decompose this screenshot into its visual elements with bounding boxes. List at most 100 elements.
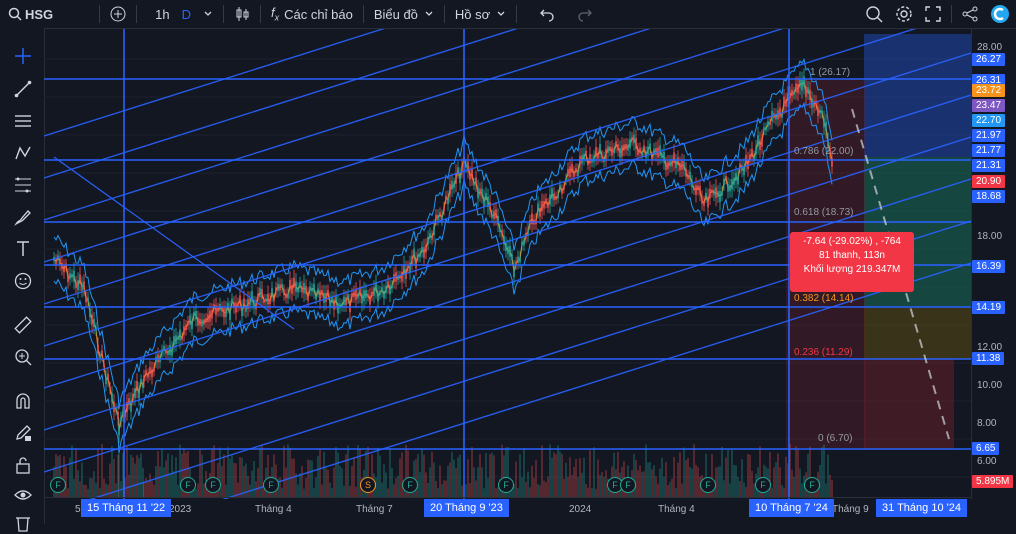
volume-bar <box>449 462 451 497</box>
lock-tool[interactable] <box>12 454 34 476</box>
candle-body <box>269 298 271 305</box>
candle-body <box>195 311 197 320</box>
candle-body <box>623 144 625 151</box>
candle-body <box>683 161 685 170</box>
interval-1h[interactable]: 1h <box>149 0 175 28</box>
chart-type-menu[interactable]: Biểu đồ <box>368 0 440 28</box>
candle-type-button[interactable] <box>228 0 256 28</box>
candle-body <box>73 270 75 282</box>
candle-body <box>347 294 349 299</box>
volume-bar <box>221 466 223 497</box>
candle-body <box>523 239 525 246</box>
indicators-button[interactable]: fx Các chỉ báo <box>265 0 359 28</box>
plus-circle-icon <box>110 6 126 22</box>
profile-menu[interactable]: Hồ sơ <box>449 0 512 28</box>
brush-tool[interactable] <box>12 206 34 228</box>
candle-body <box>613 148 615 154</box>
volume-bar <box>577 477 579 497</box>
text-tool[interactable] <box>12 238 34 260</box>
event-marker[interactable]: F <box>755 477 771 493</box>
event-marker[interactable]: F <box>180 477 196 493</box>
candle-body <box>795 83 797 93</box>
time-label: Tháng 9 <box>832 504 869 515</box>
volume-bar <box>781 484 783 497</box>
volume-bar <box>455 467 457 497</box>
horizontal-lines-tool[interactable] <box>12 110 34 132</box>
candle-body <box>675 160 677 169</box>
ruler-tool[interactable] <box>12 314 34 336</box>
volume-bar <box>531 465 533 497</box>
candle-body <box>449 183 451 195</box>
drawing-mode-tool[interactable] <box>12 422 34 444</box>
lower-band <box>53 101 833 453</box>
price-marker: 21.77 <box>972 144 1006 157</box>
candle-body <box>335 295 337 304</box>
candle-body <box>569 166 571 177</box>
zoom-tool[interactable] <box>12 346 34 368</box>
candle-body <box>599 144 601 155</box>
quick-search-button[interactable] <box>859 0 889 28</box>
volume-bar <box>197 483 199 497</box>
candle-body <box>273 297 275 302</box>
event-marker[interactable]: F <box>402 477 418 493</box>
event-marker[interactable]: F <box>263 477 279 493</box>
emoji-tool[interactable] <box>12 270 34 292</box>
undo-button[interactable] <box>533 0 561 28</box>
crosshair-tool[interactable] <box>12 45 34 67</box>
candle-body <box>301 286 303 293</box>
magnet-tool[interactable] <box>12 390 34 412</box>
candle-body <box>411 256 413 264</box>
volume-bar <box>651 469 653 497</box>
fullscreen-button[interactable] <box>919 0 947 28</box>
candle-body <box>353 291 355 298</box>
event-marker[interactable]: F <box>50 477 66 493</box>
event-marker[interactable]: F <box>498 477 514 493</box>
event-marker[interactable]: F <box>620 477 636 493</box>
event-marker[interactable]: F <box>700 477 716 493</box>
candle-body <box>55 259 57 265</box>
volume-bar <box>433 462 435 497</box>
volume-bar <box>233 462 235 497</box>
pattern-tool[interactable] <box>12 142 34 164</box>
volume-bar <box>473 467 475 497</box>
event-marker[interactable]: F <box>205 477 221 493</box>
settings-button[interactable] <box>889 0 919 28</box>
pencil-lock-icon <box>16 425 31 441</box>
fib-tool[interactable] <box>12 174 34 196</box>
brand-logo[interactable] <box>984 0 1016 28</box>
candle-body <box>725 176 727 180</box>
share-button[interactable] <box>956 0 984 28</box>
volume-bar <box>671 478 673 497</box>
event-marker[interactable]: F <box>804 477 820 493</box>
candle-body <box>747 159 749 169</box>
volume-bar <box>769 451 771 497</box>
volume-bar <box>235 463 237 497</box>
volume-bar <box>551 457 553 497</box>
volume-bar <box>821 447 823 497</box>
interval-d[interactable]: D <box>176 0 197 28</box>
event-marker[interactable]: S <box>360 477 376 493</box>
redo-button[interactable] <box>571 0 599 28</box>
volume-bar <box>641 472 643 497</box>
trendline-tool[interactable] <box>12 78 34 100</box>
visibility-tool[interactable] <box>12 484 34 506</box>
candle-body <box>283 289 285 296</box>
fullscreen-icon <box>925 6 941 22</box>
delete-tool[interactable] <box>12 512 34 534</box>
candle-body <box>267 293 269 305</box>
candle-body <box>607 146 609 153</box>
compare-button[interactable] <box>104 0 132 28</box>
interval-dropdown[interactable] <box>197 0 219 28</box>
candle-body <box>707 196 709 208</box>
volume-bar <box>313 487 315 497</box>
volume-bar <box>115 483 117 497</box>
symbol-search[interactable]: HSG <box>0 0 59 28</box>
volume-bar <box>417 454 419 497</box>
candle-body <box>181 336 183 340</box>
candle-body <box>437 214 439 221</box>
smiley-icon <box>14 272 32 290</box>
volume-bar <box>241 457 243 497</box>
volume-bar <box>575 458 577 497</box>
price-scale[interactable]: 28.0022.0020.0018.0012.0010.008.006.0026… <box>971 29 1016 499</box>
price-marker: 5.895M <box>972 475 1014 488</box>
